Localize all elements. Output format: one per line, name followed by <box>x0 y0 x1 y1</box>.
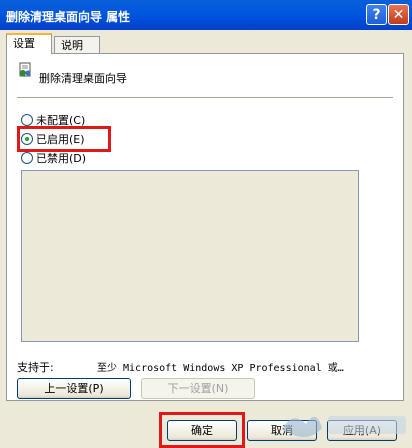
policy-icon <box>19 62 31 77</box>
close-button[interactable]: ✕ <box>388 4 409 25</box>
radio-button[interactable] <box>21 152 33 164</box>
separator <box>17 97 393 98</box>
highlight-box-enabled <box>17 126 111 152</box>
properties-dialog: 删除清理桌面向导 属性 ? ✕ 设置 说明 删除清理桌面向导 未配置(C) 已启… <box>0 0 412 448</box>
help-button[interactable]: ? <box>366 4 387 25</box>
options-area <box>21 170 359 342</box>
window-title: 删除清理桌面向导 属性 <box>6 10 131 24</box>
supported-value: 至少 Microsoft Windows XP Professional 或… <box>97 363 344 374</box>
tab-settings[interactable]: 设置 <box>6 33 52 54</box>
supported-on: 支持于: 至少 Microsoft Windows XP Professiona… <box>17 359 344 375</box>
radio-disabled[interactable]: 已禁用(D) <box>21 150 86 166</box>
ok-button[interactable]: 确定 <box>167 420 237 441</box>
radio-button[interactable] <box>21 114 33 126</box>
radio-label: 已禁用(D) <box>36 152 87 165</box>
title-bar: 删除清理桌面向导 属性 ? ✕ <box>0 0 412 30</box>
next-setting-button[interactable]: 下一设置(N) <box>141 378 255 399</box>
tab-explain[interactable]: 说明 <box>54 36 100 54</box>
watermark-logo <box>282 416 406 437</box>
previous-setting-button[interactable]: 上一设置(P) <box>17 378 131 399</box>
setting-name: 删除清理桌面向导 <box>39 72 127 85</box>
settings-panel: 删除清理桌面向导 未配置(C) 已启用(E) 已禁用(D) 支持于: 至少 Mi… <box>6 53 404 401</box>
supported-label: 支持于: <box>17 361 54 374</box>
